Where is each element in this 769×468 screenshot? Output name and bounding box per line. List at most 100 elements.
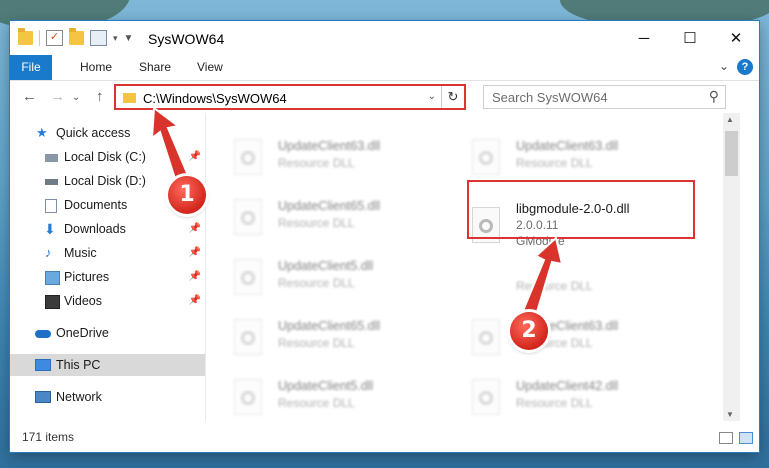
- nav-label: OneDrive: [56, 326, 109, 340]
- navigation-pane: ★ Quick access Local Disk (C:) 📌 Local D…: [10, 113, 205, 421]
- pin-icon[interactable]: 📌: [189, 290, 201, 312]
- tab-file[interactable]: File: [10, 55, 52, 80]
- search-icon[interactable]: ⚲: [709, 88, 719, 105]
- network-icon: [35, 391, 51, 403]
- scrollbar-thumb[interactable]: [725, 131, 738, 176]
- dropdown-icon[interactable]: ▼: [124, 33, 134, 44]
- nav-item-local-disk-c[interactable]: Local Disk (C:) 📌: [10, 146, 205, 168]
- file-name: UpdateClient63.dll: [278, 139, 381, 153]
- file-name: UpdateClient65.dll: [278, 199, 381, 213]
- nav-item-network[interactable]: Network: [10, 386, 205, 408]
- dll-file-icon: [234, 199, 262, 235]
- navigation-bar: ← → ⌄ ↑ C:\Windows\SysWOW64 ⌄ ↻ Search S…: [10, 81, 759, 113]
- maximize-icon: ☐: [683, 30, 697, 47]
- file-list: UpdateClient63.dll Resource DLL UpdateCl…: [206, 113, 723, 421]
- file-type: Resource DLL: [278, 396, 355, 410]
- computer-icon: [35, 359, 51, 371]
- nav-item-downloads[interactable]: ⬇ Downloads 📌: [10, 218, 205, 240]
- file-type: Resource DLL: [278, 276, 355, 290]
- pin-icon[interactable]: 📌: [189, 146, 201, 168]
- file-name: UpdateClient5.dll: [278, 259, 374, 273]
- file-item[interactable]: UpdateClient5.dll Resource DLL: [206, 251, 436, 303]
- close-button[interactable]: ✕: [713, 21, 759, 55]
- folder-icon[interactable]: [18, 28, 33, 45]
- dll-file-icon: [234, 259, 262, 295]
- maximize-button[interactable]: ☐: [667, 21, 713, 55]
- dll-file-icon: [234, 319, 262, 355]
- nav-label: Quick access: [56, 126, 131, 140]
- step-badge-2: 2: [510, 312, 548, 350]
- vertical-scrollbar[interactable]: ▲ ▼: [723, 113, 740, 421]
- address-bar[interactable]: C:\Windows\SysWOW64 ⌄ ↻: [114, 84, 466, 110]
- chevron-down-icon[interactable]: ⌄: [428, 91, 436, 102]
- step-badge-1: 1: [168, 176, 206, 214]
- tab-share[interactable]: Share: [129, 55, 181, 80]
- back-button[interactable]: ←: [22, 88, 37, 105]
- title-bar: ✓ ▾ ▼ SysWOW64 ─ ☐ ✕: [10, 21, 759, 55]
- file-item[interactable]: UpdateClient63.dll Resource DLL: [206, 131, 436, 183]
- nav-item-videos[interactable]: Videos 📌: [10, 290, 205, 312]
- videos-icon: [45, 295, 60, 309]
- dll-file-icon: [472, 379, 500, 415]
- up-button[interactable]: ↑: [96, 88, 104, 105]
- forward-button[interactable]: →: [50, 88, 65, 105]
- pictures-icon: [45, 271, 60, 285]
- download-arrow-icon: ⬇: [44, 221, 56, 237]
- file-item[interactable]: Resource DLL: [444, 271, 674, 295]
- scroll-up-icon[interactable]: ▲: [726, 115, 734, 124]
- cloud-icon: [35, 330, 51, 338]
- drive-icon: [45, 179, 58, 185]
- documents-icon: [45, 199, 57, 213]
- new-folder-icon[interactable]: [69, 28, 84, 45]
- tiles-view-icon[interactable]: [739, 432, 753, 444]
- minimize-button[interactable]: ─: [621, 21, 667, 55]
- pin-icon[interactable]: 📌: [189, 242, 201, 264]
- tab-home[interactable]: Home: [70, 55, 122, 80]
- music-note-icon: ♪: [45, 245, 52, 260]
- file-item[interactable]: UpdateClient65.dll Resource DLL: [206, 191, 436, 243]
- file-item[interactable]: UpdateClient63.dll Resource DLL: [444, 311, 674, 363]
- nav-item-this-pc[interactable]: This PC: [10, 354, 205, 376]
- customize-icon[interactable]: [90, 30, 107, 46]
- address-path[interactable]: C:\Windows\SysWOW64: [143, 91, 287, 106]
- nav-label: Pictures: [64, 270, 110, 284]
- nav-label: Downloads: [64, 222, 126, 236]
- file-item[interactable]: UpdateClient42.dll Resource DLL: [444, 371, 674, 421]
- file-name: UpdateClient5.dll: [278, 379, 374, 393]
- nav-label: Network: [56, 390, 102, 404]
- search-input[interactable]: Search SysWOW64 ⚲: [483, 85, 726, 109]
- minimize-icon: ─: [638, 29, 650, 47]
- details-view-icon[interactable]: [719, 432, 733, 444]
- expand-ribbon-icon[interactable]: ⌄: [719, 59, 729, 73]
- tab-view[interactable]: View: [187, 55, 233, 80]
- status-bar: 171 items: [10, 425, 759, 452]
- recent-locations-icon[interactable]: ⌄: [72, 92, 80, 103]
- nav-label: Music: [64, 246, 97, 260]
- file-type: Resource DLL: [516, 279, 593, 293]
- search-placeholder: Search SysWOW64: [492, 90, 608, 105]
- star-icon: ★: [36, 125, 48, 140]
- dll-file-icon: [472, 319, 500, 355]
- toolbar-separator: [39, 30, 40, 46]
- refresh-icon[interactable]: ↻: [441, 86, 464, 108]
- nav-item-pictures[interactable]: Pictures 📌: [10, 266, 205, 288]
- nav-label: Documents: [64, 198, 128, 212]
- ribbon: File Home Share View ⌄ ?: [10, 55, 759, 81]
- nav-item-music[interactable]: ♪ Music 📌: [10, 242, 205, 264]
- close-icon: ✕: [729, 30, 743, 47]
- file-item[interactable]: UpdateClient5.dll Resource DLL: [206, 371, 436, 421]
- quick-access-toolbar: ✓ ▾ ▼: [18, 28, 134, 46]
- properties-check-icon[interactable]: ✓: [46, 30, 63, 46]
- nav-item-quick-access[interactable]: ★ Quick access: [10, 122, 205, 144]
- file-item[interactable]: UpdateClient65.dll Resource DLL: [206, 311, 436, 363]
- pin-icon[interactable]: 📌: [189, 266, 201, 288]
- help-icon[interactable]: ?: [737, 59, 753, 75]
- nav-item-onedrive[interactable]: OneDrive: [10, 322, 205, 344]
- item-count: 171 items: [22, 430, 75, 444]
- pin-icon[interactable]: 📌: [189, 218, 201, 240]
- file-item[interactable]: UpdateClient63.dll Resource DLL: [444, 131, 674, 183]
- scroll-down-icon[interactable]: ▼: [726, 410, 734, 419]
- folder-icon: [123, 93, 136, 103]
- chevron-down-icon[interactable]: ▾: [113, 33, 118, 44]
- dll-file-icon: [234, 379, 262, 415]
